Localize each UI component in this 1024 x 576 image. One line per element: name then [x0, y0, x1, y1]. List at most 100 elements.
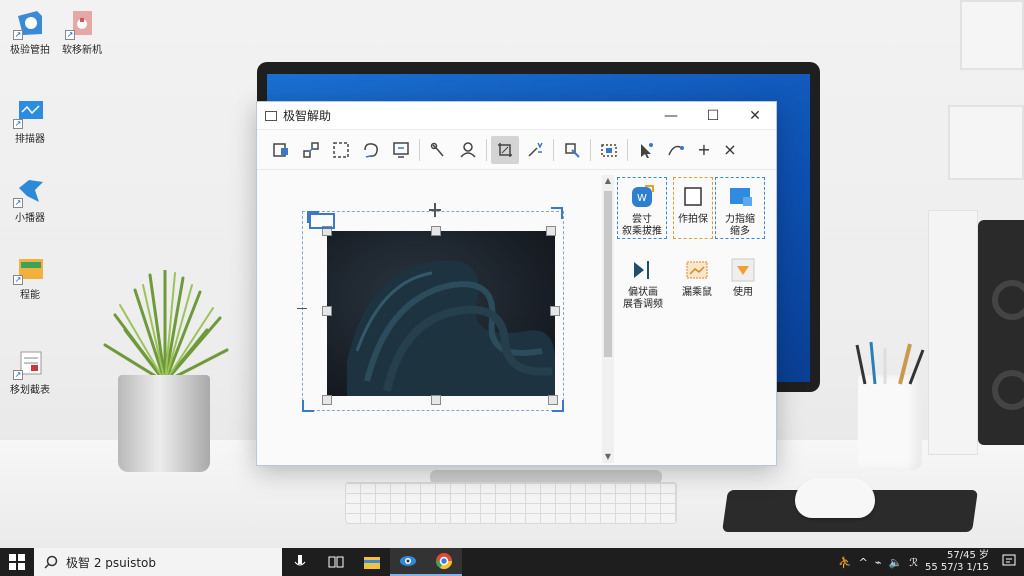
- toolbar-close-button[interactable]: ×: [718, 136, 742, 164]
- vertical-scrollbar[interactable]: ▲ ▼: [602, 175, 614, 463]
- tool-connect[interactable]: [297, 136, 325, 164]
- tool-crop[interactable]: [491, 135, 519, 164]
- notification-icon[interactable]: [1002, 554, 1016, 571]
- crop-corner[interactable]: [551, 207, 563, 219]
- plus-button[interactable]: +: [692, 136, 716, 164]
- pointer-icon: [641, 142, 653, 158]
- clock[interactable]: 57/45 岁 55 57/3 1/15: [925, 550, 989, 574]
- tool-lasso[interactable]: [357, 136, 385, 164]
- desktop-icon[interactable]: ↗ 极验管拍: [0, 8, 60, 56]
- panel-item-apply[interactable]: 使用: [719, 257, 767, 299]
- toolbar-separator: [553, 138, 554, 161]
- frame-icon: [601, 143, 617, 157]
- tool-person[interactable]: [454, 136, 482, 164]
- start-button[interactable]: [0, 548, 34, 576]
- tool-screen[interactable]: [387, 136, 415, 164]
- tool-magic[interactable]: [521, 136, 549, 164]
- keyboard: [345, 482, 677, 524]
- close-button[interactable]: ✕: [734, 102, 776, 130]
- scroll-down-icon[interactable]: ▼: [602, 451, 614, 463]
- svg-text:W: W: [637, 193, 647, 204]
- tool-curve[interactable]: [662, 136, 690, 164]
- pen-cup: [858, 375, 922, 470]
- clock-date: 55 57/3 1/15: [925, 562, 989, 573]
- app-window-icon: [265, 110, 277, 121]
- crop-corner[interactable]: [302, 400, 314, 412]
- panel-item-scale[interactable]: 力指缩 缩多: [715, 177, 765, 239]
- tool-rect-select[interactable]: [327, 136, 355, 164]
- eyedropper-icon: [430, 142, 444, 156]
- task-view-icon: [328, 556, 344, 568]
- desktop-icon-label: 软移新机: [62, 45, 102, 56]
- taskbar-task-view[interactable]: [318, 548, 354, 576]
- desktop-icon[interactable]: ↗ 移划截表: [0, 348, 60, 396]
- pens: [855, 341, 925, 385]
- toolbar-separator: [419, 138, 420, 161]
- resize-handle[interactable]: [546, 226, 556, 236]
- minimize-button[interactable]: —: [650, 102, 692, 130]
- panel-item-label: 尝寸 叙乘拔推: [622, 214, 662, 237]
- desktop-icon[interactable]: ↗ 程能: [0, 253, 60, 301]
- panel-item-label: 作拍保: [678, 214, 708, 225]
- monitor-icon: ↗: [13, 97, 45, 129]
- taskbar-file-explorer[interactable]: [354, 548, 390, 576]
- tool-frame[interactable]: [595, 136, 623, 164]
- desktop-icon[interactable]: ↗ 排描器: [0, 97, 60, 145]
- canvas-area[interactable]: [257, 171, 602, 465]
- resize-handle[interactable]: [431, 395, 441, 405]
- canvas-image[interactable]: [327, 231, 555, 396]
- taskbar-mic[interactable]: [282, 548, 318, 576]
- tool-eyedropper[interactable]: [424, 136, 452, 164]
- scroll-thumb[interactable]: [604, 191, 612, 357]
- maximize-button[interactable]: ☐: [692, 102, 734, 130]
- folder-icon: [364, 557, 380, 569]
- desktop-icon[interactable]: ↗ 小播器: [0, 176, 60, 224]
- toolbar-separator: [590, 138, 591, 161]
- system-tray: ⛹ ^ ⌁ 🔈 ℛ 57/45 岁 55 57/3 1/15: [838, 550, 1024, 574]
- crop-icon: [498, 142, 512, 157]
- resize-handle[interactable]: [431, 226, 441, 236]
- panel-item-flip[interactable]: 偏状画 展香调频: [619, 257, 667, 311]
- network-icon[interactable]: ⌁: [875, 556, 882, 569]
- windows-logo-icon: [9, 554, 25, 570]
- volume-icon[interactable]: 🔈: [889, 556, 903, 569]
- desktop-icon-label: 移划截表: [10, 385, 50, 396]
- resize-handle[interactable]: [322, 306, 332, 316]
- mouse: [795, 478, 875, 518]
- abstract-wave-image: [347, 260, 555, 396]
- microphone-icon: [294, 555, 306, 566]
- app-icon: ↗: [13, 8, 45, 40]
- toolbar-separator: [486, 138, 487, 161]
- resize-handle[interactable]: [322, 395, 332, 405]
- taskbar-app-eye[interactable]: [390, 548, 426, 576]
- anchor-box[interactable]: [309, 213, 335, 229]
- language-icon[interactable]: ℛ: [909, 556, 918, 569]
- panel-item-size[interactable]: W 尝寸 叙乘拔推: [617, 177, 667, 239]
- panel-item-image[interactable]: 漏乘鼠: [673, 257, 721, 299]
- people-icon[interactable]: ⛹: [838, 556, 852, 569]
- tool-insert[interactable]: [267, 136, 295, 164]
- resize-handle[interactable]: [550, 306, 560, 316]
- scroll-up-icon[interactable]: ▲: [602, 175, 614, 187]
- lasso-icon: [364, 142, 378, 158]
- rect-select-icon: [333, 141, 349, 158]
- title-bar[interactable]: 极智解助 — ☐ ✕: [257, 102, 776, 130]
- flip-icon: [630, 257, 656, 283]
- desktop-icon[interactable]: ↗ 软移新机: [52, 8, 112, 56]
- desktop-icon-label: 极验管拍: [10, 45, 50, 56]
- screen-icon: [393, 141, 409, 158]
- chevron-up-icon[interactable]: ^: [859, 556, 868, 569]
- app-window[interactable]: 极智解助 — ☐ ✕ + × ▲ ▼ W 尝寸 叙乘拔推 作拍保 力指缩 缩多 …: [256, 101, 777, 466]
- tool-pointer[interactable]: [632, 136, 660, 164]
- taskbar-browser[interactable]: [426, 548, 462, 576]
- search-input[interactable]: [66, 555, 256, 569]
- tool-pen[interactable]: [558, 136, 586, 164]
- frame-square-icon: [680, 184, 706, 210]
- apply-arrow-icon: [730, 257, 756, 283]
- crop-corner[interactable]: [552, 400, 564, 412]
- panel-item-frame[interactable]: 作拍保: [673, 177, 713, 239]
- speaker: [978, 220, 1024, 445]
- taskbar-search[interactable]: [34, 548, 282, 576]
- panel-item-label: 偏状画 展香调频: [623, 287, 663, 310]
- size-icon: W: [629, 184, 655, 210]
